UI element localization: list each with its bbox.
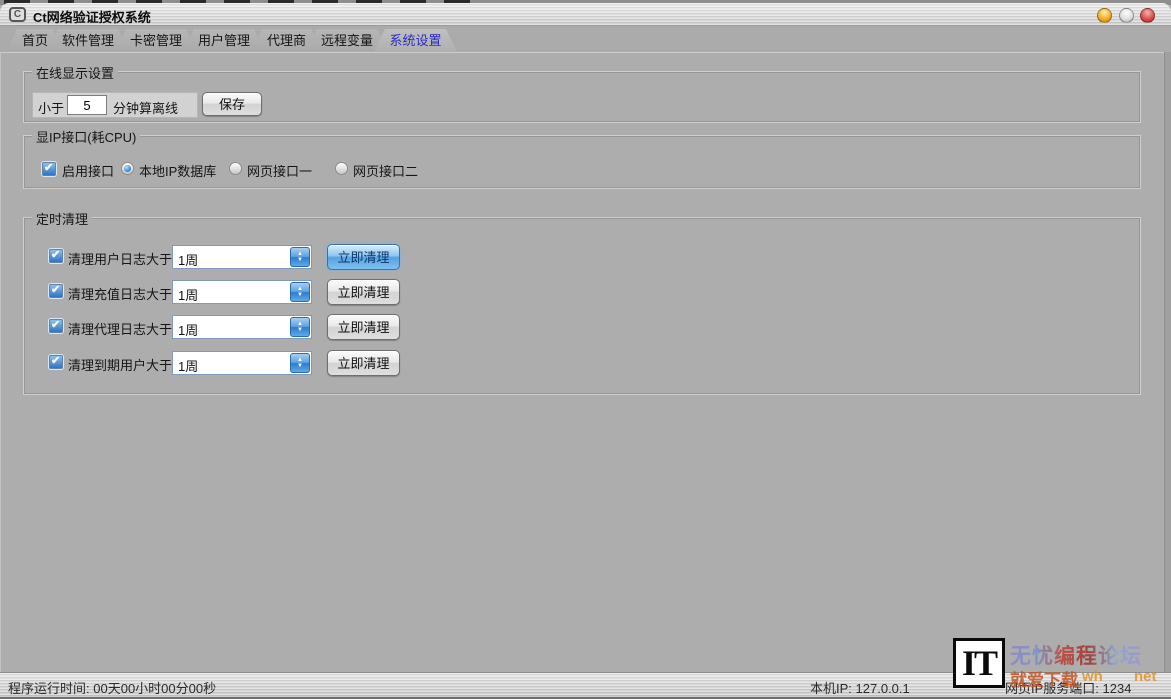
cleanup-expired-users-period-spinner[interactable]: 1周 ▲ ▼ [172,351,312,375]
stepper-control[interactable]: ▲ ▼ [290,353,310,373]
cleanup-user-logs-period-spinner[interactable]: 1周 ▲ ▼ [172,245,312,269]
spinner-value: 1周 [178,285,198,304]
spinner-value: 1周 [178,320,198,339]
close-button[interactable] [1140,8,1155,23]
clean-now-expired-users-button[interactable]: 立即清理 [327,350,400,376]
tab-bar: 首页 软件管理 卡密管理 用户管理 代理商 远程变量 系统设置 [0,26,1171,52]
spinner-value: 1周 [178,250,198,269]
cleanup-expired-users-checkbox[interactable]: ✔ [49,355,63,369]
app-window: C Ct网络验证授权系统 首页 软件管理 卡密管理 用户管理 代理商 远程变量 … [0,0,1171,699]
check-icon: ✔ [51,248,60,261]
settings-page: 在线显示设置 小于 分钟算离线 保存 显IP接口(耗CPU) ✔ 启用接口 本地… [0,52,1171,672]
web-interface-1-label: 网页接口一 [247,161,312,180]
titlebar: C Ct网络验证授权系统 [0,3,1171,26]
port-value: 1234 [1103,681,1132,696]
runtime-value: 00天00小时00分00秒 [93,681,216,696]
cleanup-row-recharge-logs: ✔ 清理充值日志大于 1周 ▲ ▼ 立即清理 [24,279,1140,305]
minimize-button[interactable] [1097,8,1112,23]
enable-interface-label: 启用接口 [62,161,114,180]
stepper-control[interactable]: ▲ ▼ [290,247,310,267]
enable-interface-checkbox[interactable]: ✔ [42,162,56,176]
cleanup-row-expired-users: ✔ 清理到期用户大于 1周 ▲ ▼ 立即清理 [24,350,1140,376]
spinner-value: 1周 [178,356,198,375]
stepper-control[interactable]: ▲ ▼ [290,282,310,302]
scheduled-cleanup-group: 定时清理 ✔ 清理用户日志大于 1周 ▲ ▼ 立即清理 ✔ [23,217,1141,395]
port-label: 网页IP服务端口: [1005,681,1099,696]
arrow-down-icon: ▼ [291,292,309,298]
save-button[interactable]: 保存 [202,92,262,116]
app-logo-icon: C [9,7,26,22]
group-title-scheduled-cleanup: 定时清理 [32,209,92,228]
cleanup-user-logs-checkbox[interactable]: ✔ [49,249,63,263]
local-ip-database-label: 本地IP数据库 [139,161,216,180]
cleanup-agent-logs-period-spinner[interactable]: 1周 ▲ ▼ [172,315,312,339]
check-icon: ✔ [51,354,60,367]
check-icon: ✔ [51,283,60,296]
cleanup-row-user-logs: ✔ 清理用户日志大于 1周 ▲ ▼ 立即清理 [24,244,1140,270]
window-title: Ct网络验证授权系统 [33,7,151,26]
check-icon: ✔ [51,318,60,331]
cleanup-agent-logs-checkbox[interactable]: ✔ [49,319,63,333]
ip-interface-group: 显IP接口(耗CPU) ✔ 启用接口 本地IP数据库 网页接口一 网页接口二 [23,135,1141,189]
arrow-down-icon: ▼ [291,257,309,263]
arrow-down-icon: ▼ [291,363,309,369]
cleanup-recharge-logs-period-spinner[interactable]: 1周 ▲ ▼ [172,280,312,304]
runtime-status: 程序运行时间: 00天00小时00分00秒 [8,678,216,697]
runtime-label: 程序运行时间: [8,681,90,696]
window-right-edge [1164,52,1171,672]
web-ip-port-status: 网页IP服务端口: 1234 [1005,678,1131,697]
maximize-button[interactable] [1119,8,1134,23]
ip-interface-row: ✔ 启用接口 本地IP数据库 网页接口一 网页接口二 [24,160,1140,180]
cleanup-row-agent-logs: ✔ 清理代理日志大于 1周 ▲ ▼ 立即清理 [24,314,1140,340]
online-display-settings-group: 在线显示设置 小于 分钟算离线 保存 [23,71,1141,123]
stepper-control[interactable]: ▲ ▼ [290,317,310,337]
local-ip-label: 本机IP: [810,681,852,696]
offline-minutes-input[interactable] [67,95,107,115]
cleanup-expired-users-label: 清理到期用户大于 [68,355,172,374]
clean-now-agent-logs-button[interactable]: 立即清理 [327,314,400,340]
cleanup-agent-logs-label: 清理代理日志大于 [68,319,172,338]
local-ip-database-radio[interactable] [121,162,134,175]
web-interface-1-radio[interactable] [229,162,242,175]
offline-threshold-suffix-label: 分钟算离线 [113,98,178,117]
cleanup-recharge-logs-checkbox[interactable]: ✔ [49,284,63,298]
status-bar: 程序运行时间: 00天00小时00分00秒 本机IP: 127.0.0.1 网页… [0,672,1171,697]
clean-now-user-logs-button[interactable]: 立即清理 [327,244,400,270]
local-ip-value: 127.0.0.1 [856,681,910,696]
cleanup-recharge-logs-label: 清理充值日志大于 [68,284,172,303]
offline-threshold-prefix-label: 小于 [38,98,64,117]
cleanup-user-logs-label: 清理用户日志大于 [68,249,172,268]
clean-now-recharge-logs-button[interactable]: 立即清理 [327,279,400,305]
check-icon: ✔ [44,161,53,174]
group-title-online-display: 在线显示设置 [32,63,118,82]
arrow-down-icon: ▼ [291,327,309,333]
offline-threshold-strip: 小于 分钟算离线 [32,92,198,118]
group-title-ip-interface: 显IP接口(耗CPU) [32,127,140,146]
tab-system-settings[interactable]: 系统设置 [374,29,457,52]
web-interface-2-label: 网页接口二 [353,161,418,180]
local-ip-status: 本机IP: 127.0.0.1 [810,678,910,697]
web-interface-2-radio[interactable] [335,162,348,175]
